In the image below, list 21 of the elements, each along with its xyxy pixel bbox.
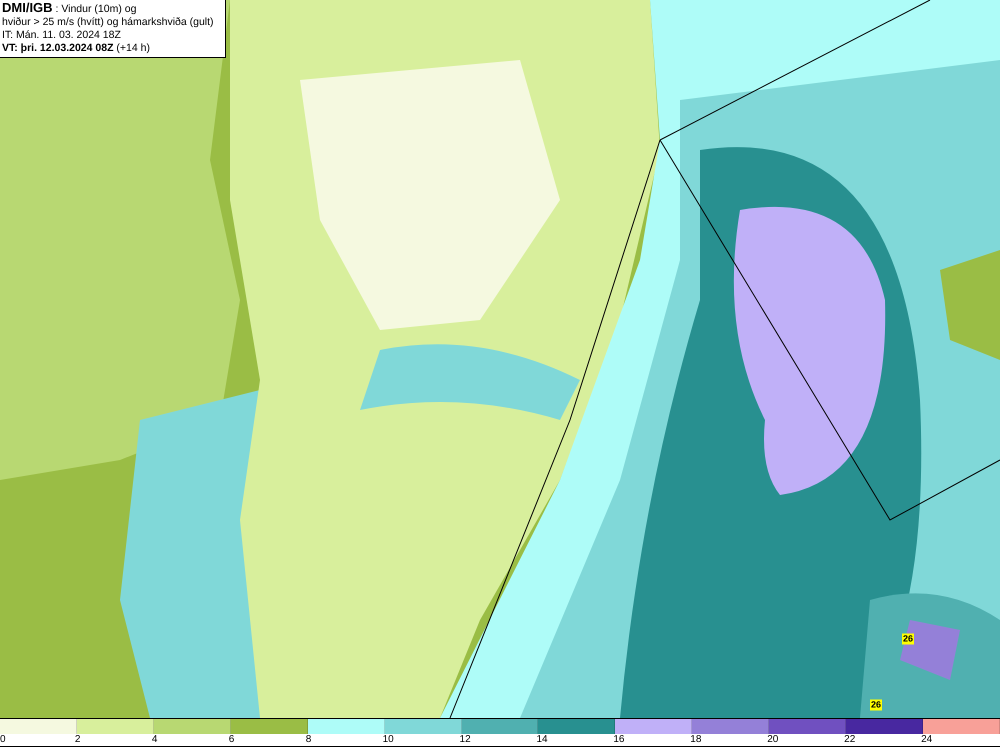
legend-tick-label: 12 [460, 734, 471, 746]
legend-tick-label: 20 [767, 734, 778, 746]
legend-tick-label: 22 [844, 734, 856, 746]
gust-label: 26 [870, 700, 882, 711]
legend-tick-label: 16 [613, 734, 624, 746]
forecast-offset: (+14 h) [115, 42, 150, 54]
map-subtitle: hviður > 25 m/s (hvítt) og hámarkshviða (gult) [2, 16, 215, 29]
legend-tick-label: 18 [690, 734, 702, 746]
legend-tick-label: 2 [74, 734, 80, 746]
valid-time: VT: þri. 12.03.2024 08Z [2, 42, 114, 54]
legend-tick-label: 4 [152, 734, 158, 746]
map-title: : Vindur (10m) og [54, 3, 136, 15]
initial-time: IT: Mán. 11. 03. 2024 18Z [2, 29, 122, 42]
legend-tick-label: 24 [921, 734, 932, 746]
legend-tick-label: 8 [306, 734, 312, 746]
legend-tick-label: 14 [536, 734, 548, 746]
legend-tick-label: 0 [0, 734, 6, 746]
legend-tick-label: 10 [382, 734, 394, 746]
model-name: DMI/IGB [2, 0, 53, 15]
legend-tick-label: 6 [228, 734, 234, 746]
gust-label: 26 [902, 634, 914, 645]
